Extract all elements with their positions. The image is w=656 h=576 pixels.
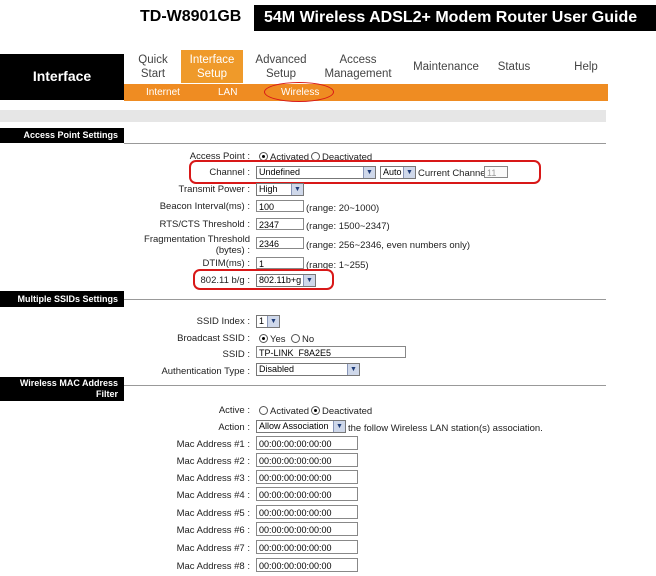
wireless-mode-value: 802.11b+g (259, 275, 302, 285)
chevron-down-icon: ▼ (363, 167, 375, 178)
broadcast-no-radio[interactable] (291, 334, 300, 343)
wireless-mode-label: 802.11 b/g : (200, 275, 250, 286)
channel-value: Undefined (259, 167, 301, 177)
chevron-down-icon: ▼ (267, 316, 279, 327)
spacer-bar (0, 110, 606, 122)
beacon-range: (range: 20~1000) (306, 203, 380, 214)
mac-filter-activated-radio[interactable] (259, 406, 268, 415)
wireless-highlight-circle (264, 82, 334, 102)
chevron-down-icon: ▼ (291, 184, 303, 195)
mac-address-label: Mac Address #1 : (176, 439, 250, 450)
mac-address-input[interactable]: 00:00:00:00:00:00 (256, 540, 358, 554)
tab-advanced-setup[interactable]: Advanced Setup (248, 50, 314, 83)
rts-range: (range: 1500~2347) (306, 221, 390, 232)
transmit-power-label: Transmit Power : (178, 184, 250, 195)
authentication-type-value: Disabled (259, 364, 295, 374)
mac-filter-action-value: Allow Association (259, 421, 329, 431)
section-divider (124, 299, 606, 300)
rts-threshold-label: RTS/CTS Threshold : (159, 219, 250, 230)
fragmentation-range: (range: 256~2346, even numbers only) (306, 240, 470, 251)
fragmentation-threshold-label: Fragmentation Threshold (bytes) : (144, 234, 250, 256)
subnav-bar (124, 84, 608, 101)
mac-address-input[interactable]: 00:00:00:00:00:00 (256, 470, 358, 484)
fragmentation-threshold-input[interactable]: 2346 (256, 237, 304, 249)
product-model: TD-W8901GB (140, 8, 242, 25)
dtim-label: DTIM(ms) : (202, 258, 251, 269)
dtim-input[interactable]: 1 (256, 257, 304, 269)
chevron-down-icon: ▼ (333, 421, 345, 432)
mac-address-label: Mac Address #6 : (176, 525, 250, 536)
tab-interface-setup[interactable]: Interface Setup (181, 50, 243, 83)
current-channel-label: Current Channel: (418, 168, 491, 179)
section-multiple-ssids: Multiple SSIDs Settings (0, 291, 124, 307)
chevron-down-icon: ▼ (303, 275, 315, 286)
broadcast-ssid-label: Broadcast SSID : (177, 333, 250, 344)
mac-address-input[interactable]: 00:00:00:00:00:00 (256, 558, 358, 572)
subtab-lan[interactable]: LAN (218, 86, 237, 99)
authentication-type-label: Authentication Type : (161, 366, 250, 377)
tab-status[interactable]: Status (490, 50, 538, 83)
mac-address-input[interactable]: 00:00:00:00:00:00 (256, 522, 358, 536)
broadcast-yes-label: Yes (270, 334, 286, 345)
current-channel-field: 11 (484, 166, 508, 178)
mac-filter-action-label: Action : (218, 422, 250, 433)
section-mac-filter: Wireless MAC Address Filter (0, 377, 124, 401)
channel-label: Channel : (209, 167, 250, 178)
mac-address-input[interactable]: 00:00:00:00:00:00 (256, 453, 358, 467)
ssid-index-select[interactable]: 1 ▼ (256, 315, 280, 328)
mac-address-label: Mac Address #7 : (176, 543, 250, 554)
mac-address-label: Mac Address #8 : (176, 561, 250, 572)
ssid-index-label: SSID Index : (196, 316, 250, 327)
ssid-index-value: 1 (259, 316, 265, 326)
chevron-down-icon: ▼ (347, 364, 359, 375)
transmit-power-select[interactable]: High ▼ (256, 183, 304, 196)
ssid-label: SSID : (222, 349, 250, 360)
beacon-interval-label: Beacon Interval(ms) : (159, 201, 250, 212)
chevron-down-icon: ▼ (403, 167, 415, 178)
channel-select[interactable]: Undefined ▼ (256, 166, 376, 179)
nav-section-title: Interface (0, 54, 124, 100)
mac-address-label: Mac Address #5 : (176, 508, 250, 519)
broadcast-yes-radio[interactable] (259, 334, 268, 343)
section-access-point: Access Point Settings (0, 128, 124, 143)
mac-address-input[interactable]: 00:00:00:00:00:00 (256, 436, 358, 450)
mac-address-input[interactable]: 00:00:00:00:00:00 (256, 487, 358, 501)
section-divider (124, 143, 606, 144)
mac-filter-action-suffix: the follow Wireless LAN station(s) assoc… (348, 423, 543, 434)
tab-help[interactable]: Help (566, 50, 606, 83)
ssid-input[interactable]: TP-LINK_F8A2E5 (256, 346, 406, 358)
mac-filter-active-label: Active : (218, 405, 250, 416)
channel-auto-value: Auto (383, 167, 402, 177)
transmit-power-value: High (259, 184, 278, 194)
mac-filter-activated-label: Activated (270, 406, 310, 417)
section-divider (124, 385, 606, 386)
channel-auto-select[interactable]: Auto ▼ (380, 166, 416, 179)
mac-address-label: Mac Address #2 : (176, 456, 250, 467)
rts-threshold-input[interactable]: 2347 (256, 218, 304, 230)
mac-filter-deactivated-label: Deactivated (322, 406, 373, 417)
wireless-mode-select[interactable]: 802.11b+g ▼ (256, 274, 316, 287)
mac-filter-deactivated-radio[interactable] (311, 406, 320, 415)
beacon-interval-input[interactable]: 100 (256, 200, 304, 212)
mac-address-label: Mac Address #4 : (176, 490, 250, 501)
mac-address-input[interactable]: 00:00:00:00:00:00 (256, 505, 358, 519)
mac-address-label: Mac Address #3 : (176, 473, 250, 484)
mac-filter-action-select[interactable]: Allow Association ▼ (256, 420, 346, 433)
subtab-internet[interactable]: Internet (146, 86, 180, 99)
tab-quick-start[interactable]: Quick Start (128, 50, 178, 83)
authentication-type-select[interactable]: Disabled ▼ (256, 363, 360, 376)
tab-access-management[interactable]: Access Management (320, 50, 396, 83)
guide-title: 54M Wireless ADSL2+ Modem Router User Gu… (254, 5, 656, 31)
tab-maintenance[interactable]: Maintenance (404, 50, 488, 83)
broadcast-no-label: No (302, 334, 315, 345)
